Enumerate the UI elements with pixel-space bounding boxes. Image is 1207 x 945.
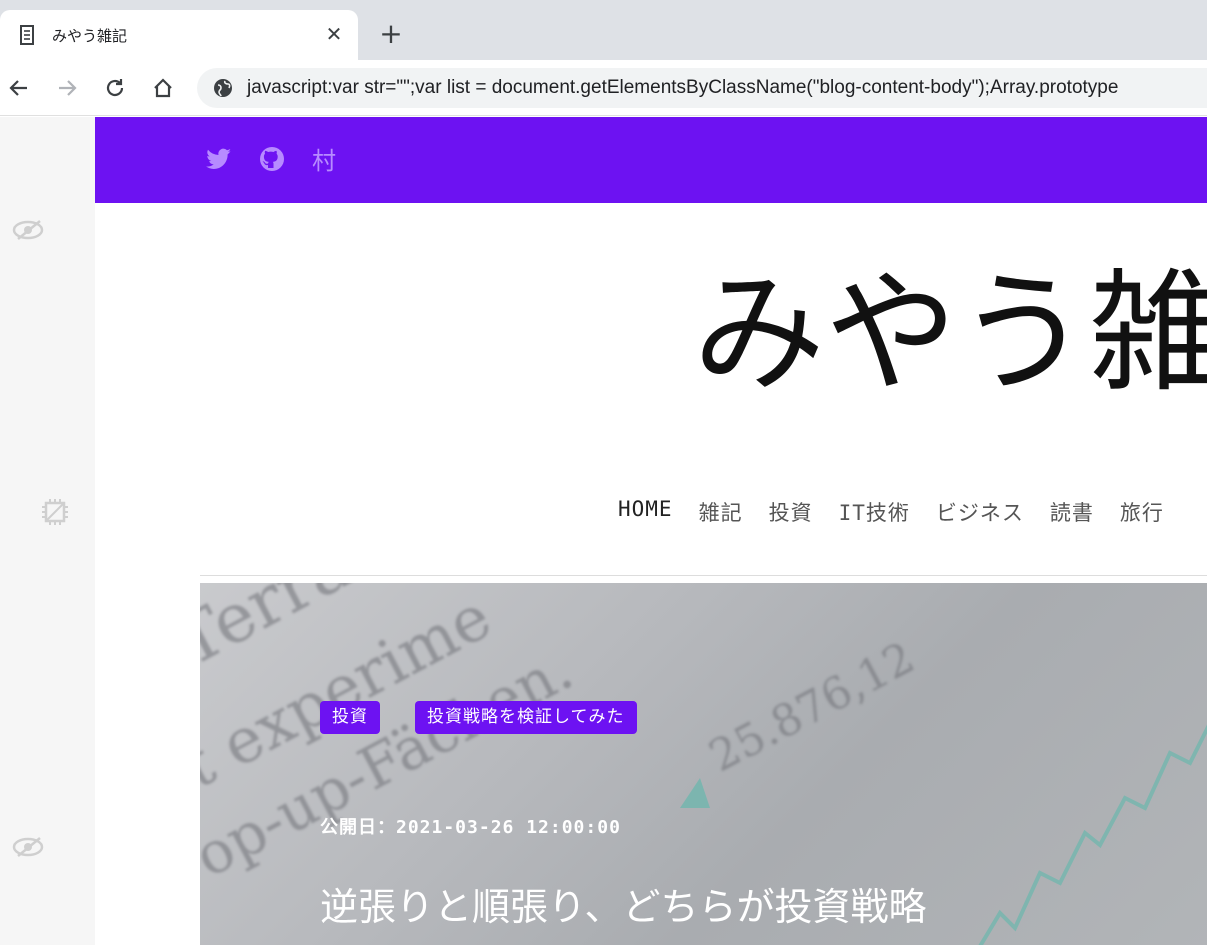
home-icon[interactable]	[149, 74, 177, 102]
nav-item-zakki[interactable]: 雑記	[699, 497, 743, 527]
nav-item-reading[interactable]: 読書	[1050, 497, 1094, 527]
browser-tab[interactable]: みやう雑記 ✕	[0, 10, 358, 60]
publish-date: 公開日：2021-03-26 12:00:00	[320, 817, 621, 838]
nav-item-investment[interactable]: 投資	[769, 497, 813, 527]
category-badge[interactable]: 投資	[320, 701, 380, 734]
eye-icon[interactable]	[12, 832, 46, 862]
twitter-icon[interactable]	[205, 145, 233, 173]
series-badge[interactable]: 投資戦略を検証してみた	[415, 701, 637, 734]
tab-title: みやう雑記	[52, 27, 128, 45]
svg-text:25.876,12: 25.876,12	[701, 633, 923, 783]
nav-item-travel[interactable]: 旅行	[1120, 497, 1164, 527]
globe-icon[interactable]	[213, 78, 233, 98]
back-arrow-icon[interactable]	[5, 74, 33, 102]
nav-item-business[interactable]: ビジネス	[936, 497, 1024, 527]
nav-item-home[interactable]: HOME	[618, 497, 673, 527]
main-nav: HOME 雑記 投資 IT技術 ビジネス 読書 旅行	[618, 497, 1190, 527]
chip-icon[interactable]	[38, 497, 72, 527]
close-icon[interactable]: ✕	[323, 23, 345, 45]
reload-icon[interactable]	[101, 74, 129, 102]
github-icon[interactable]	[258, 145, 286, 173]
nav-item-it[interactable]: IT技術	[839, 497, 910, 527]
village-link[interactable]: 村	[312, 141, 336, 176]
site-title[interactable]: みやう雑	[693, 254, 1207, 414]
hero-image[interactable]: Terrain at experime op-up-Fächen. 25.876…	[200, 583, 1207, 945]
site-header: 村	[95, 117, 1207, 203]
new-tab-icon[interactable]: +	[378, 20, 404, 48]
article-title[interactable]: 逆張りと順張り、どちらが投資戦略	[320, 881, 926, 933]
nav-divider	[200, 575, 1207, 576]
eye-icon[interactable]	[12, 215, 46, 245]
document-icon	[19, 25, 35, 45]
url-text[interactable]: javascript:var str="";var list = documen…	[247, 77, 1118, 99]
browser-toolbar: javascript:var str="";var list = documen…	[0, 60, 1207, 116]
address-bar[interactable]: javascript:var str="";var list = documen…	[197, 68, 1207, 108]
tab-strip: みやう雑記 ✕ +	[0, 0, 1207, 60]
forward-arrow-icon[interactable]	[53, 74, 81, 102]
side-rail	[0, 117, 95, 945]
web-page: 村 みやう雑 HOME 雑記 投資 IT技術 ビジネス 読書 旅行 Terrai…	[0, 117, 1207, 945]
